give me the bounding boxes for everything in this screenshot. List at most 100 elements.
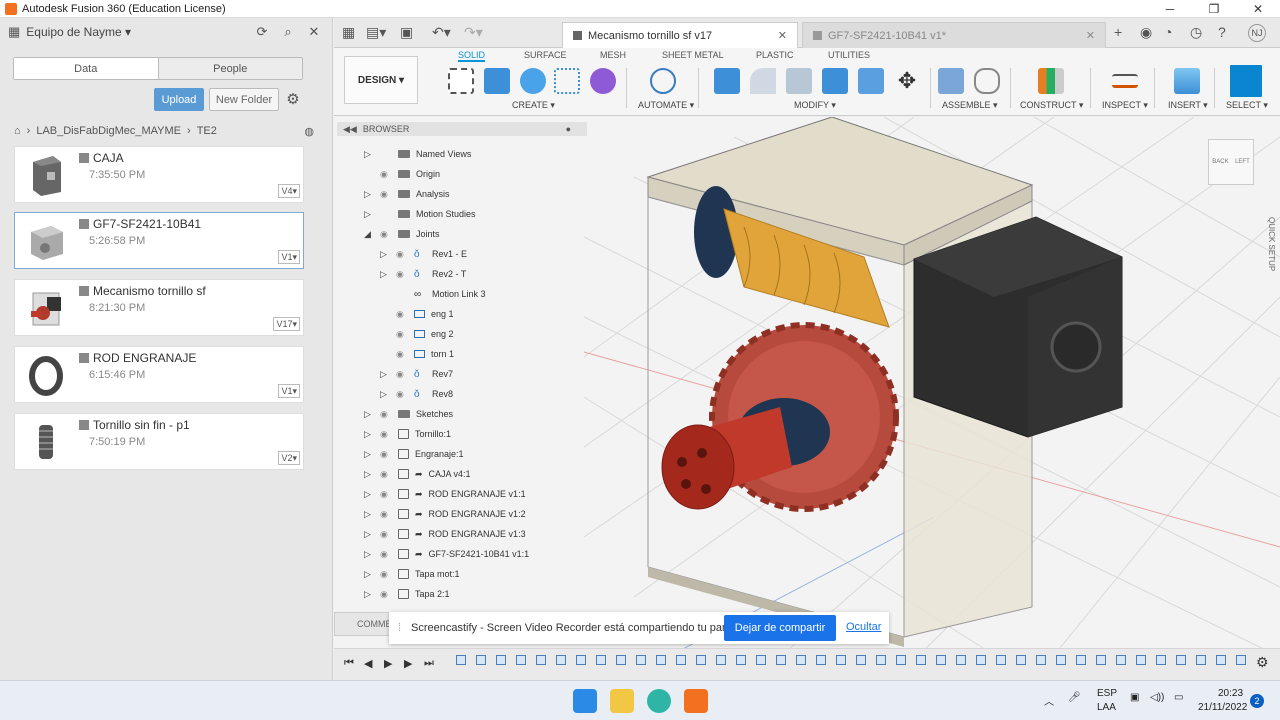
version-badge[interactable]: V4 ▾	[278, 184, 300, 198]
refresh-icon[interactable]: ⟳	[252, 24, 272, 40]
browser-item[interactable]: ◉ eng 1	[380, 305, 454, 323]
stop-sharing-button[interactable]: Dejar de compartir	[724, 615, 836, 641]
pattern-icon[interactable]	[554, 68, 580, 94]
version-badge[interactable]: V1 ▾	[278, 250, 300, 264]
browser-item[interactable]: ▷ Named Views	[364, 145, 471, 163]
select-icon[interactable]	[1230, 65, 1262, 97]
eye-icon[interactable]: ◉	[380, 409, 392, 420]
microphone-icon[interactable]: 🎤︎	[1068, 692, 1081, 703]
timeline-feature-icon[interactable]	[716, 655, 726, 665]
start-icon[interactable]	[573, 689, 597, 713]
home-icon[interactable]: ⌂	[14, 125, 21, 137]
timeline-feature-icon[interactable]	[516, 655, 526, 665]
tab-document-active[interactable]: Mecanismo tornillo sf v17 ✕	[562, 22, 798, 48]
version-badge[interactable]: V2 ▾	[278, 451, 300, 465]
grid-icon[interactable]: ▦	[8, 24, 20, 40]
browser-item[interactable]: ▷ ◉ ➦ GF7-SF2421-10B41 v1:1	[364, 545, 529, 563]
tab-surface[interactable]: SURFACE	[524, 50, 567, 60]
timeline-feature-icon[interactable]	[916, 655, 926, 665]
notifications-icon[interactable]: ◷	[1190, 24, 1202, 41]
eye-icon[interactable]: ◉	[396, 269, 408, 280]
eye-icon[interactable]: ◉	[396, 309, 408, 320]
file-card[interactable]: Tornillo sin fin - p1 7:50:19 PM V2 ▾	[14, 413, 304, 470]
browser-item[interactable]: ▷ ◉ ➦ ROD ENGRANAJE v1:3	[364, 525, 526, 543]
automate-icon[interactable]	[650, 68, 676, 94]
version-badge[interactable]: V17 ▾	[273, 317, 300, 331]
drag-handle-icon[interactable]: ⁞	[398, 622, 401, 634]
network-icon[interactable]: ▣	[1130, 692, 1139, 703]
timeline-feature-icon[interactable]	[656, 655, 666, 665]
tab-utilities[interactable]: UTILITIES	[828, 50, 870, 60]
measure-icon[interactable]	[1112, 74, 1138, 88]
tab-sheet-metal[interactable]: SHEET METAL	[662, 50, 724, 60]
timeline-feature-icon[interactable]	[636, 655, 646, 665]
browser-item[interactable]: ▷ ◉ ➦ ROD ENGRANAJE v1:2	[364, 505, 526, 523]
clock-date[interactable]: 21/11/2022	[1198, 702, 1247, 713]
select-menu[interactable]: SELECT ▾	[1226, 100, 1268, 111]
workspace-switcher[interactable]: DESIGN ▾	[344, 56, 418, 104]
timeline-feature-icon[interactable]	[816, 655, 826, 665]
gear-icon[interactable]: ⚙	[284, 90, 302, 108]
tab-people[interactable]: People	[158, 58, 302, 79]
move-icon[interactable]: ✥	[894, 68, 920, 94]
timeline-feature-icon[interactable]	[756, 655, 766, 665]
timeline-feature-icon[interactable]	[936, 655, 946, 665]
timeline-feature-icon[interactable]	[536, 655, 546, 665]
timeline-feature-icon[interactable]	[896, 655, 906, 665]
go-to-end-icon[interactable]: ⏭	[424, 657, 434, 670]
close-button[interactable]: ✕	[1236, 0, 1280, 18]
timeline-feature-icon[interactable]	[856, 655, 866, 665]
modify-menu[interactable]: MODIFY ▾	[794, 100, 836, 111]
apps-grid-icon[interactable]: ▦	[342, 24, 355, 41]
file-card[interactable]: Mecanismo tornillo sf 8:21:30 PM V17 ▾	[14, 279, 304, 336]
browser-item[interactable]: ◉ eng 2	[380, 325, 454, 343]
redo-icon[interactable]: ↷▾	[464, 24, 483, 41]
insert-menu[interactable]: INSERT ▾	[1168, 100, 1208, 111]
browser-item[interactable]: ◉ Origin	[364, 165, 440, 183]
browser-item[interactable]: ∞ Motion Link 3	[380, 285, 486, 303]
new-component-icon[interactable]	[938, 68, 964, 94]
browser-item[interactable]: ▷ ◉ Analysis	[364, 185, 450, 203]
create-sketch-icon[interactable]	[448, 68, 474, 94]
press-pull-icon[interactable]	[714, 68, 740, 94]
timeline-feature-icon[interactable]	[996, 655, 1006, 665]
notification-badge[interactable]: 2	[1250, 694, 1264, 708]
timeline-feature-icon[interactable]	[696, 655, 706, 665]
help-icon[interactable]: ?	[1218, 24, 1226, 40]
play-icon[interactable]: ▶	[384, 657, 392, 670]
collapse-icon[interactable]: ◀◀	[343, 124, 357, 135]
timeline-feature-icon[interactable]	[1196, 655, 1206, 665]
timeline-feature-icon[interactable]	[1156, 655, 1166, 665]
timeline-feature-icon[interactable]	[1216, 655, 1226, 665]
eye-icon[interactable]: ◉	[380, 529, 392, 540]
eye-icon[interactable]: ◉	[380, 229, 392, 240]
close-panel-icon[interactable]: ✕	[304, 24, 324, 40]
file-card[interactable]: GF7-SF2421-10B41 5:26:58 PM V1 ▾	[14, 212, 304, 269]
file-explorer-icon[interactable]	[610, 689, 634, 713]
new-tab-icon[interactable]: +	[1114, 24, 1122, 40]
assemble-menu[interactable]: ASSEMBLE ▾	[942, 100, 998, 111]
timeline-feature-icon[interactable]	[556, 655, 566, 665]
timeline-feature-icon[interactable]	[496, 655, 506, 665]
quick-setup-tab[interactable]: QUICK SETUP	[1260, 217, 1276, 287]
timeline-feature-icon[interactable]	[976, 655, 986, 665]
combine-icon[interactable]	[822, 68, 848, 94]
browser-item[interactable]: ▷ ◉ Tapa mot:1	[364, 565, 460, 583]
timeline-feature-icon[interactable]	[1236, 655, 1246, 665]
comments-panel[interactable]: COMME	[334, 612, 392, 636]
browser-header[interactable]: ◀◀ BROWSER ●	[337, 122, 587, 136]
tab-data[interactable]: Data	[14, 58, 159, 79]
browser-item[interactable]: ▷ ◉ ǒ Rev8	[380, 385, 453, 403]
tab-document-inactive[interactable]: GF7-SF2421-10B41 v1* ✕	[802, 22, 1106, 48]
eye-icon[interactable]: ◉	[380, 469, 392, 480]
inspect-menu[interactable]: INSPECT ▾	[1102, 100, 1148, 111]
clock-time[interactable]: 20:23	[1218, 688, 1243, 699]
file-menu-icon[interactable]: ▤▾	[366, 24, 386, 41]
language-bottom[interactable]: LAA	[1097, 702, 1116, 713]
tab-mesh[interactable]: MESH	[600, 50, 626, 60]
timeline-feature-icon[interactable]	[1096, 655, 1106, 665]
extensions-icon[interactable]: ◉	[1140, 24, 1152, 41]
language-top[interactable]: ESP	[1097, 688, 1117, 699]
close-tab-icon[interactable]: ✕	[778, 29, 787, 42]
canvas-viewport[interactable]: ◀◀ BROWSER ● ▷ Named Views ◉ Origin ▷ ◉ Anal…	[334, 117, 1280, 680]
